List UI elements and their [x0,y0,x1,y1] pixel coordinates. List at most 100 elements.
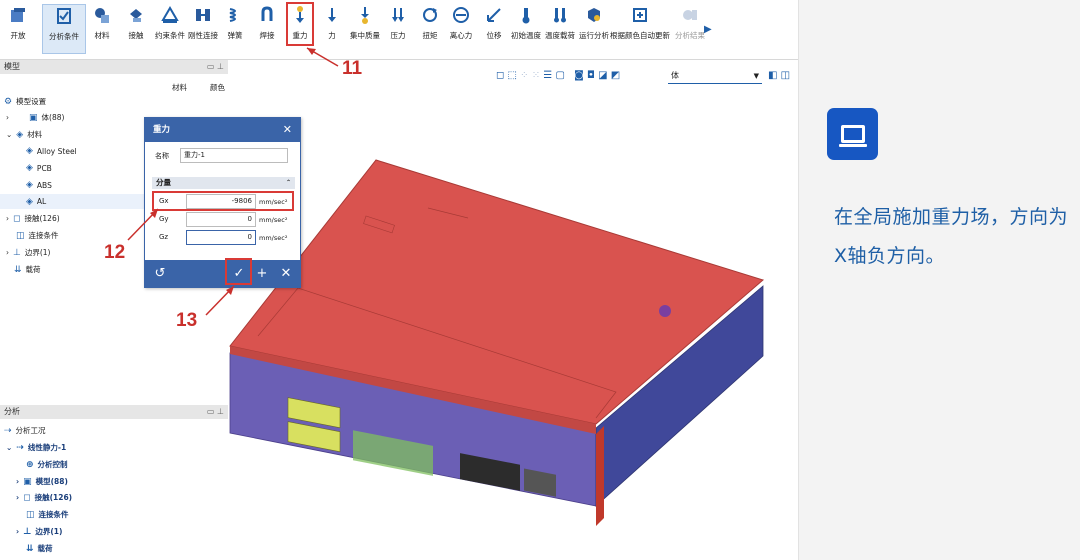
displacement-icon [484,4,504,26]
gy-input[interactable]: 0 [186,212,256,227]
view-frame-icon[interactable]: ▢ [555,70,564,81]
close-icon[interactable]: ✕ [283,118,292,142]
initial-temperature-button[interactable]: 初始温度 [510,4,542,54]
force-button[interactable]: 力 [322,4,342,54]
chevron-up-icon[interactable]: ⌃ [286,177,291,189]
callout-13: 13 [176,310,198,331]
ribbon-scroll-right-icon[interactable]: ▶ [704,24,712,35]
centrifugal-button[interactable]: 离心力 [448,4,474,54]
tree-analysis-control[interactable]: ⊕ 分析控制 [26,459,68,470]
rigid-link-icon [193,4,213,26]
expand-icon[interactable]: › [6,214,9,223]
view-palette-icon[interactable]: ◩ [611,70,620,81]
contact-tree-icon: ◻ [23,492,31,503]
pressure-button[interactable]: 压力 [388,4,408,54]
tree-material-al[interactable]: ◈ AL [0,194,144,209]
view-list-icon[interactable]: ☰ [543,70,552,81]
tree-boundary[interactable]: › ⊥ 边界(1) [6,247,50,258]
rigid-link-button[interactable]: 刚性连接 [188,4,218,54]
open-button[interactable]: 开放 [4,4,32,54]
displacement-button[interactable]: 位移 [484,4,504,54]
collapse-icon[interactable]: ⌄ [6,130,12,139]
view-dashed-box-icon[interactable]: ⬚ [508,70,517,81]
expand-icon[interactable]: › [6,113,9,122]
tree-analysis-connection[interactable]: ◫ 连接条件 [26,509,69,520]
spring-button[interactable]: 弹簧 [224,4,246,54]
body-icon: ▣ [29,112,38,123]
component-group-header: 分量 ⌃ [152,177,295,189]
expand-icon[interactable]: › [6,248,9,257]
name-label: 名称 [155,152,169,160]
constraint-button[interactable]: 约束条件 [154,4,186,54]
panel-pin-icon[interactable]: ▭ ⊥ [207,60,224,74]
temperature-load-button[interactable]: 温度载荷 [544,4,576,54]
weld-button[interactable]: 焊接 [256,4,278,54]
gz-unit: mm/sec² [259,234,288,242]
view-copy-icon[interactable]: ◧ [768,70,777,81]
torque-button[interactable]: 扭矩 [420,4,440,54]
reset-icon[interactable]: ↺ [149,264,171,283]
view-points-icon[interactable]: ⁙ [532,70,540,81]
expand-icon[interactable]: › [16,527,19,536]
expand-icon[interactable]: › [16,477,19,486]
settings-icon: ⚙ [4,96,13,107]
tree-analysis-cases[interactable]: ⇢ 分析工况 [4,425,46,436]
tree-material[interactable]: ⌄ ◈ 材料 [6,129,42,140]
model-icon: ▣ [23,476,32,487]
tree-body[interactable]: › ▣ 体(88) [6,112,64,123]
gz-input[interactable]: 0 [186,230,256,245]
material-tree-icon: ◈ [16,129,24,140]
body-select[interactable]: 体 ▼ [668,69,762,84]
gravity-highlight-box [286,2,314,46]
add-plus-icon[interactable]: + [251,264,273,283]
expand-icon[interactable]: › [16,493,19,502]
view-extra-toolbar: ◧ ◫ [768,70,790,81]
spring-icon [225,4,245,26]
connection-icon: ◫ [26,509,35,520]
material-item-icon: ◈ [26,180,33,190]
contact-button[interactable]: 接触 [124,4,148,54]
tree-material-alloy-steel[interactable]: ◈ Alloy Steel [26,146,77,156]
analysis-conditions-button[interactable]: 分析条件 [42,4,86,54]
view-color-icon[interactable]: ◪ [598,70,607,81]
tree-material-abs[interactable]: ◈ ABS [26,180,52,190]
collapse-icon[interactable]: ⌄ [6,443,12,452]
cancel-x-icon[interactable]: ✕ [275,264,297,283]
tree-model[interactable]: › ▣ 模型(88) [16,476,68,487]
gravity-dialog-title: 重力 ✕ [145,118,300,142]
material-item-icon: ◈ [26,163,33,173]
material-item-icon: ◈ [26,146,33,156]
view-grid-icon[interactable]: ⁘ [520,70,528,81]
tree-load[interactable]: ⇊ 载荷 [14,264,41,275]
tree-analysis-load[interactable]: ⇊ 载荷 [26,543,53,554]
view-split-icon[interactable]: ◫ [781,70,790,81]
tree-contact[interactable]: › ◻ 接触(126) [6,213,60,224]
name-input[interactable]: 重力-1 [180,148,288,163]
model-panel-header: 模型 ▭ ⊥ [0,60,228,74]
material-item-icon: ◈ [26,196,33,207]
tree-model-settings[interactable]: ⚙ 模型设置 [4,96,46,107]
pressure-icon [388,4,408,26]
auto-update-color-button[interactable]: 根据颜色自动更新 [610,4,670,54]
run-analysis-button[interactable]: 运行分析 [578,4,610,54]
view-box-icon[interactable]: ◻ [496,70,504,81]
gravity-dialog-footer: ↺ ✓ + ✕ [145,260,300,287]
callout-11: 11 [342,58,363,79]
initial-temperature-icon [516,4,536,26]
ribbon-toolbar: 开放 分析条件 材料 接触 约束条件 刚性连接 弹簧 焊接 重力 力 集中质量 … [0,0,798,60]
view-section-icon[interactable]: ◘ [587,70,595,81]
panel-pin-icon[interactable]: ▭ ⊥ [207,405,224,419]
tree-analysis-boundary[interactable]: › ⊥ 边界(1) [16,526,62,537]
material-button[interactable]: 材料 [90,4,114,54]
tree-linear-static[interactable]: ⌄ ⇢ 线性静力-1 [6,442,66,453]
contact-tree-icon: ◻ [13,213,21,224]
torque-icon [420,4,440,26]
tree-material-pcb[interactable]: ◈ PCB [26,163,52,173]
tree-analysis-contact[interactable]: › ◻ 接触(126) [16,492,72,503]
tree-connection[interactable]: ◫ 连接条件 [16,230,59,241]
analysis-results-button[interactable]: 分析结果 [674,4,706,54]
model-viewport[interactable] [228,88,798,560]
view-fit-icon[interactable]: ◙ [574,70,584,81]
force-icon [322,4,342,26]
point-mass-button[interactable]: 集中质量 [350,4,380,54]
